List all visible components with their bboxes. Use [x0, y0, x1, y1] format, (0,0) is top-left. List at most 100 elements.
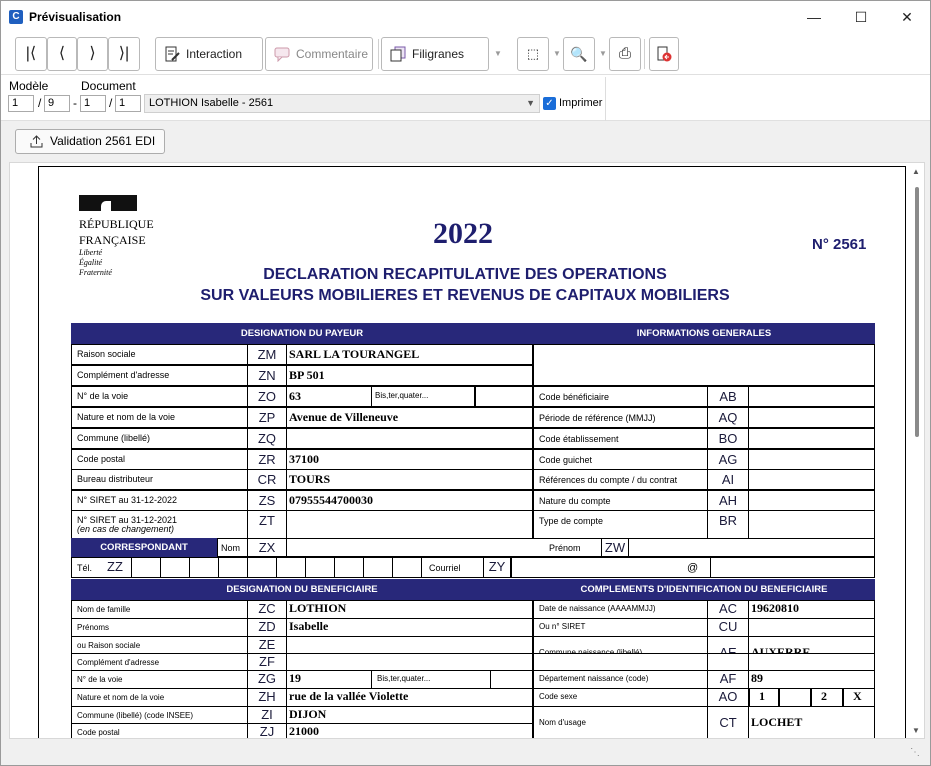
siret-note: (en cas de changement): [77, 524, 175, 534]
form-title-line1: DECLARATION RECAPITULATIVE DES OPERATION…: [263, 266, 667, 283]
payeur-value: 63: [289, 389, 301, 403]
benef-label: Complément d'adresse: [77, 658, 160, 667]
compl-value: 19620810: [751, 601, 799, 615]
zx-code: ZX: [258, 540, 276, 555]
preview-window: C Prévisualisation — ☐ ✕ |⟨ ⟨ ⟩ ⟩| Inter…: [0, 0, 931, 766]
info-label: Références du compte / du contrat: [539, 475, 678, 485]
zoom-button[interactable]: 🔍: [563, 37, 595, 71]
fit-dropdown-icon[interactable]: ▼: [553, 49, 561, 58]
compl-code: AC: [718, 601, 738, 616]
payeur-label: Code postal: [77, 454, 126, 464]
scroll-down-icon[interactable]: ▼: [912, 726, 920, 735]
benef-label: Commune (libellé) (code INSEE): [77, 711, 194, 720]
toolbar: |⟨ ⟨ ⟩ ⟩| Interaction Commentaire Filigr…: [1, 33, 930, 75]
benef-label: Code postal: [77, 728, 120, 737]
maximize-button[interactable]: ☐: [838, 1, 884, 33]
upload-icon: [30, 135, 43, 148]
comment-icon: [274, 47, 290, 62]
payeur-label: Nature et nom de la voie: [77, 412, 176, 422]
benef-code: ZC: [258, 601, 276, 616]
close-button[interactable]: ✕: [884, 1, 930, 33]
preview-area[interactable]: RÉPUBLIQUE FRANÇAISE Liberté Égalité Fra…: [9, 162, 925, 739]
payeur-code: ZR: [258, 452, 276, 467]
compl-label: Code sexe: [539, 692, 578, 701]
benef-value: DIJON: [289, 707, 327, 721]
payeur-label: N° SIRET au 31-12-2022: [77, 495, 177, 505]
modele-from-field[interactable]: 1: [8, 95, 34, 112]
bis-value-box: [475, 386, 533, 407]
phone-digit-box: [247, 557, 277, 578]
status-bar: ⋱: [1, 741, 930, 765]
last-page-button[interactable]: ⟩|: [108, 37, 140, 71]
zz-code: ZZ: [107, 559, 123, 574]
payeur-label: Bureau distributeur: [77, 474, 154, 484]
print-button[interactable]: ⎙: [609, 37, 641, 71]
sexe-x: X: [853, 689, 862, 703]
payeur-code: ZM: [257, 347, 277, 362]
filigranes-button[interactable]: Filigranes: [381, 37, 489, 71]
payeur-label: Commune (libellé): [77, 433, 151, 443]
compl-code: CT: [719, 715, 737, 730]
benef-value: 21000: [289, 724, 319, 738]
payeur-value: 07955544700030: [289, 493, 373, 507]
document-from-field[interactable]: 1: [80, 95, 106, 112]
zoom-dropdown-icon[interactable]: ▼: [599, 49, 607, 58]
compl-label: Date de naissance (AAAAMMJJ): [539, 604, 656, 613]
interaction-button[interactable]: Interaction: [155, 37, 263, 71]
sexe-2: 2: [821, 689, 827, 703]
phone-digit-box: [189, 557, 219, 578]
compl-label: Ou n° SIRET: [539, 622, 586, 631]
minimize-button[interactable]: —: [791, 1, 837, 33]
phone-digit-box: [131, 557, 161, 578]
payeur-code: ZP: [258, 410, 276, 425]
benef-label: Prénoms: [77, 623, 110, 632]
republique-label: RÉPUBLIQUE: [79, 217, 154, 231]
payeur-code: ZN: [258, 368, 276, 383]
benef-label: Nature et nom de la voie: [77, 693, 165, 702]
export-button[interactable]: [649, 37, 679, 71]
resize-grip-icon[interactable]: ⋱: [910, 747, 920, 758]
zw-code: ZW: [604, 540, 626, 555]
benef-code: ZG: [257, 671, 277, 686]
previous-page-button[interactable]: ⟨: [47, 37, 77, 71]
fit-page-button[interactable]: ⬚: [517, 37, 549, 71]
imprimer-checkbox[interactable]: ✓: [543, 97, 556, 110]
compl-code: AF: [719, 671, 737, 686]
nom-label: Nom: [221, 543, 241, 553]
payeur-code: ZO: [257, 389, 277, 404]
email-box: [511, 557, 711, 578]
expand-icon: ⬚: [526, 46, 540, 61]
validation-edi-button[interactable]: Validation 2561 EDI: [15, 129, 165, 154]
window-title: Prévisualisation: [29, 10, 122, 24]
compl-label: Département naissance (code): [539, 674, 649, 683]
payeur-code: ZS: [258, 493, 276, 508]
scrollbar-thumb[interactable]: [915, 187, 919, 437]
compl-code: AO: [718, 689, 738, 704]
payeur-code: ZQ: [257, 431, 277, 446]
benef-value: rue de la vallée Violette: [289, 689, 409, 703]
info-header: INFORMATIONS GENERALES: [533, 323, 875, 344]
magnifier-icon: 🔍: [570, 46, 588, 62]
modele-to-field[interactable]: 9: [44, 95, 70, 112]
info-code: BR: [718, 513, 738, 528]
commentaire-button[interactable]: Commentaire: [265, 37, 373, 71]
phone-digit-box: [305, 557, 335, 578]
compl-label: Nom d'usage: [539, 718, 586, 727]
document-select[interactable]: LOTHION Isabelle - 2561 ▼: [144, 94, 540, 113]
filigranes-dropdown-icon[interactable]: ▼: [494, 49, 502, 58]
info-label: Code bénéficiaire: [539, 392, 610, 402]
printer-icon: ⎙: [618, 45, 631, 62]
benef-code: ZH: [258, 689, 276, 704]
vertical-scrollbar[interactable]: ▲ ▼: [912, 167, 922, 735]
document-to-field[interactable]: 1: [115, 95, 141, 112]
benef-label: N° de la voie: [77, 675, 123, 684]
first-page-button[interactable]: |⟨: [15, 37, 47, 71]
payeur-value: TOURS: [289, 472, 331, 486]
marianne-logo: [79, 195, 137, 211]
sexe-box: [811, 688, 843, 707]
scroll-up-icon[interactable]: ▲: [912, 167, 920, 176]
phone-digit-box: [218, 557, 248, 578]
payeur-value: Avenue de Villeneuve: [289, 410, 399, 424]
info-code: AI: [721, 472, 735, 487]
next-page-button[interactable]: ⟩: [77, 37, 108, 71]
